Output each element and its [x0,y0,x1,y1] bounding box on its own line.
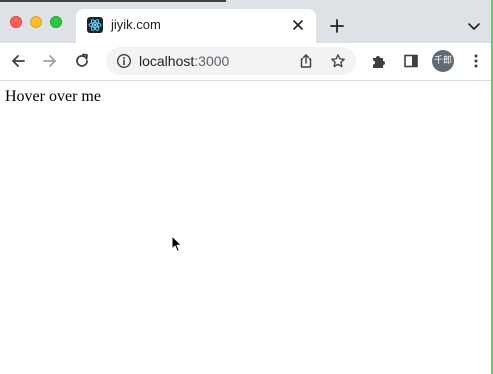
share-icon[interactable] [298,53,314,69]
react-icon [87,17,103,33]
url-text: localhost:3000 [139,53,229,69]
minimize-window-button[interactable] [30,16,42,28]
puzzle-extensions-icon[interactable] [370,52,388,70]
address-bar[interactable]: localhost:3000 [106,47,356,75]
hover-target-text[interactable]: Hover over me [5,87,101,107]
tab-strip: jiyik.com [0,0,493,43]
tab-active[interactable]: jiyik.com [76,9,316,43]
back-arrow-icon[interactable] [9,52,27,70]
url-host: localhost [139,53,195,69]
reload-icon[interactable] [73,52,91,70]
info-icon[interactable] [116,53,132,69]
url-port: :3000 [194,53,230,69]
profile-avatar[interactable]: 千郎 [432,50,454,72]
star-icon[interactable] [330,53,346,69]
browser-toolbar: localhost:3000 千郎 [0,43,493,81]
close-icon[interactable] [290,17,306,33]
close-window-button[interactable] [10,16,22,28]
side-panel-icon[interactable] [402,52,420,70]
page-content: Hover over me [0,81,493,374]
zoom-window-button[interactable] [50,16,62,28]
new-tab-plus-icon[interactable] [328,17,346,35]
mouse-pointer-icon [171,235,183,253]
forward-arrow-icon[interactable] [41,52,59,70]
tab-strip-top-line [0,0,226,2]
tab-title: jiyik.com [111,17,161,32]
browser-window: jiyik.com localhost:3000 千郎 Hover over m… [0,0,493,374]
chevron-down-icon[interactable] [466,18,482,34]
more-vertical-icon[interactable] [467,52,485,70]
